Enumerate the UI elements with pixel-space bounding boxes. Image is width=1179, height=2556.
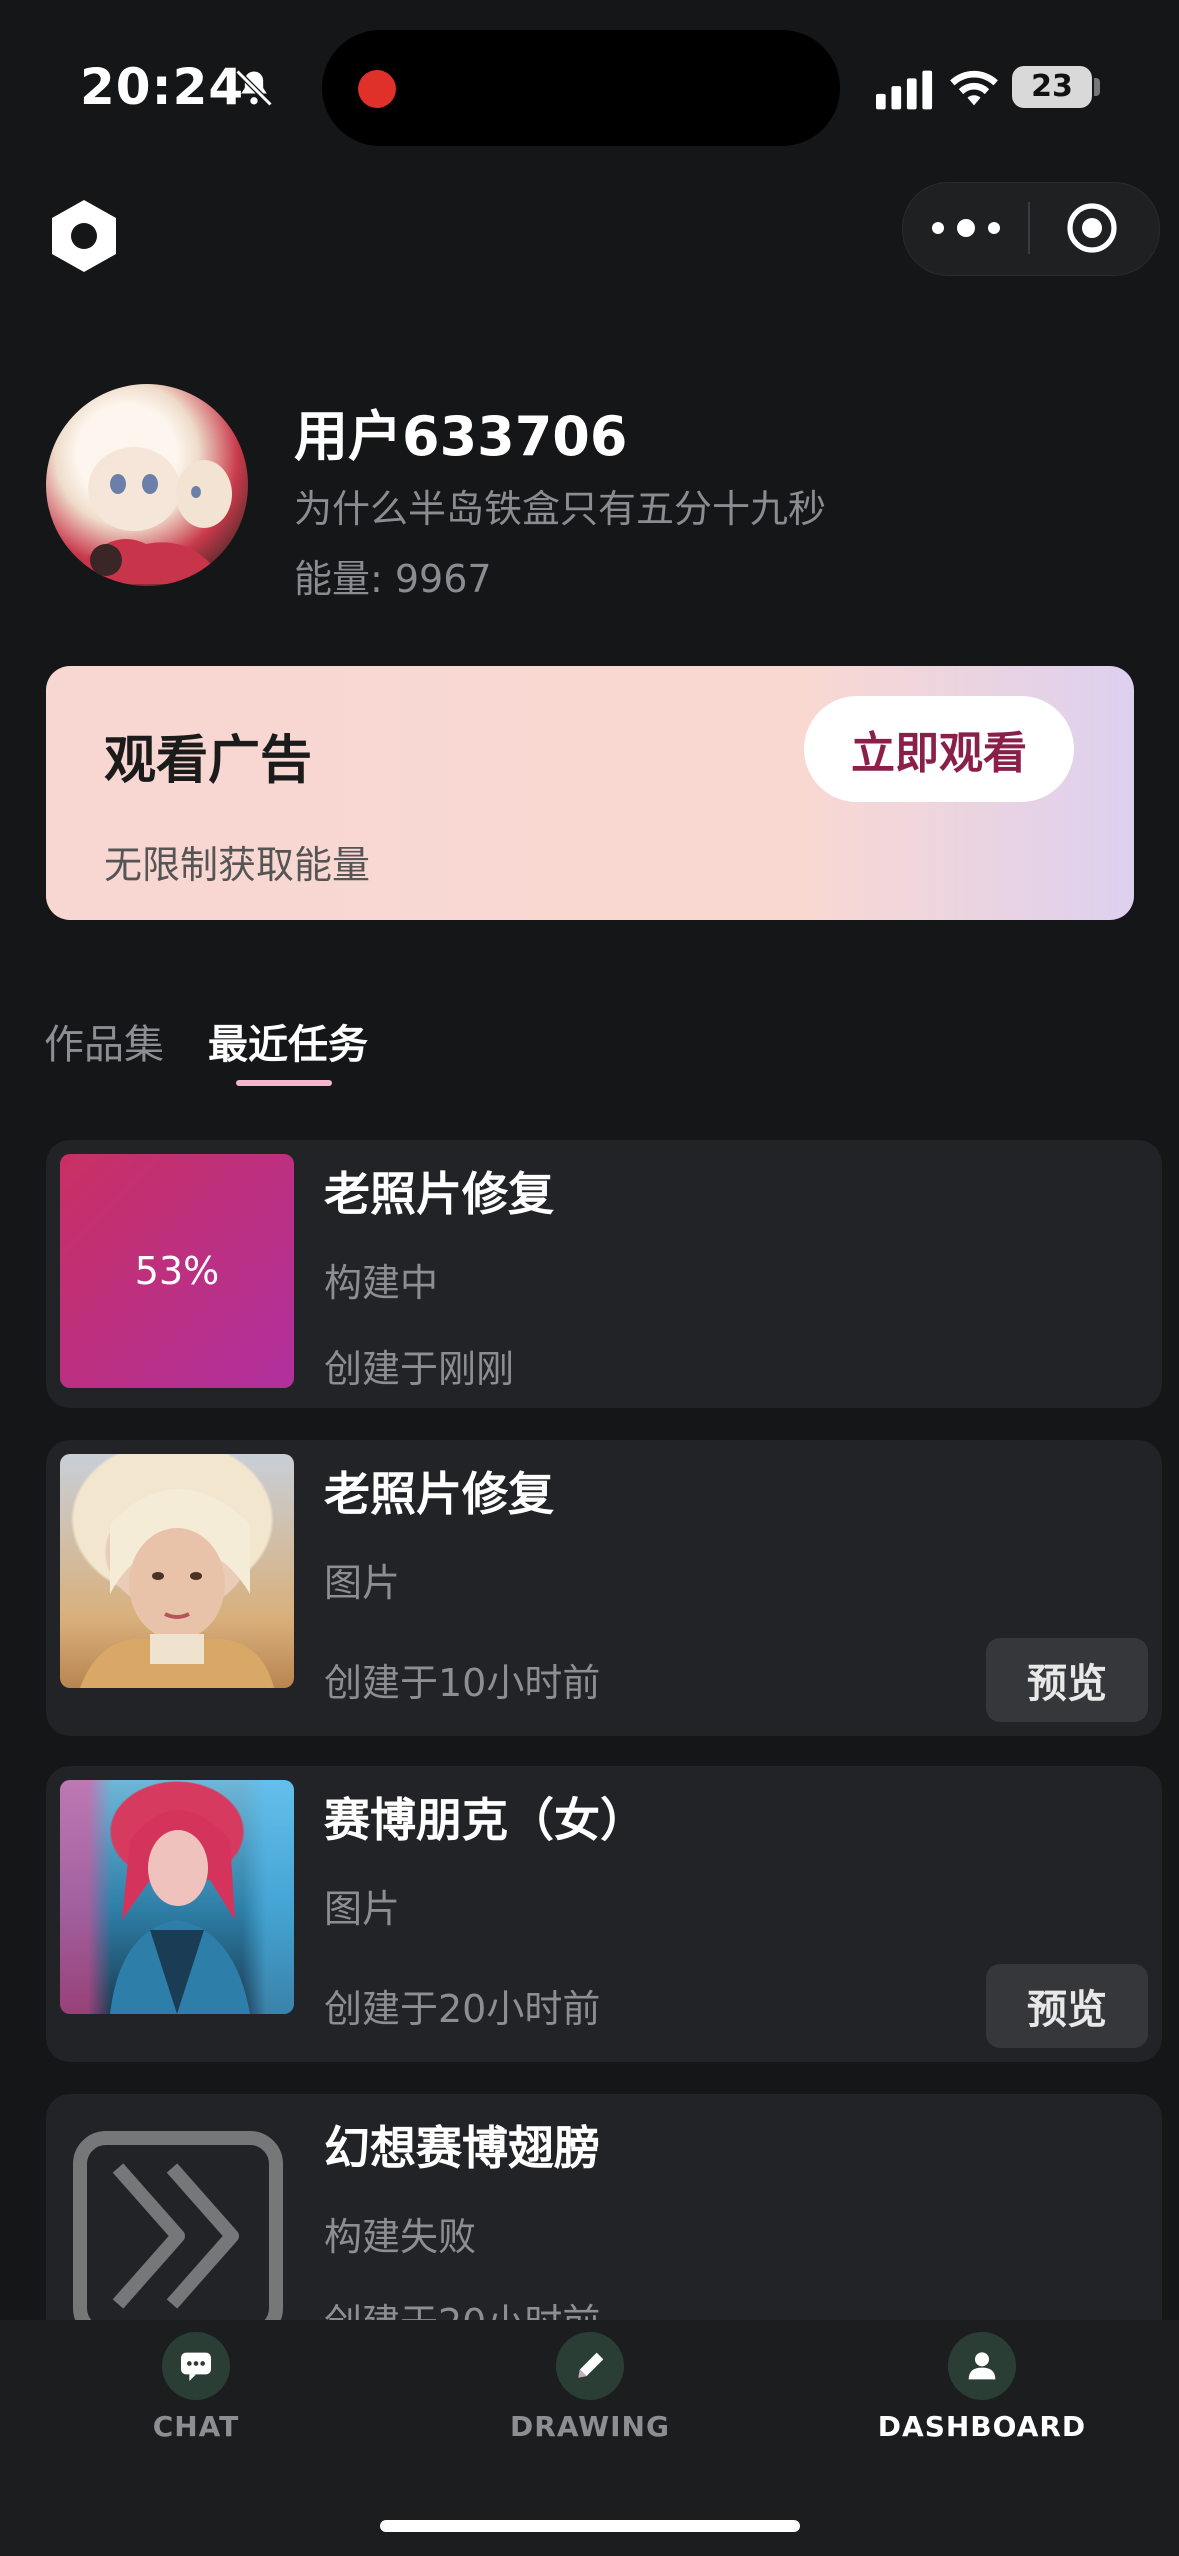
ad-card-title: 观看广告 bbox=[104, 731, 313, 791]
task-title: 幻想赛博翅膀 bbox=[324, 2121, 600, 2175]
task-status: 图片 bbox=[324, 1561, 401, 1605]
task-thumbnail-image[interactable] bbox=[60, 1780, 294, 2014]
task-status: 图片 bbox=[324, 1887, 401, 1931]
user-bio: 为什么半岛铁盒只有五分十九秒 bbox=[294, 487, 827, 531]
task-progress-thumbnail: 53% bbox=[60, 1154, 294, 1388]
more-dots-icon[interactable] bbox=[932, 208, 1000, 248]
pencil-icon[interactable] bbox=[556, 2332, 624, 2400]
chat-icon[interactable] bbox=[162, 2332, 230, 2400]
dynamic-island bbox=[322, 30, 840, 146]
nav-label-drawing[interactable]: DRAWING bbox=[460, 2410, 720, 2443]
wifi-icon bbox=[950, 70, 998, 106]
task-date: 创建于10小时前 bbox=[324, 1661, 601, 1705]
username: 用户633706 bbox=[294, 405, 628, 468]
battery-icon: 23 bbox=[1012, 66, 1092, 108]
task-thumbnail-image[interactable] bbox=[60, 1454, 294, 1688]
task-progress-text: 53% bbox=[134, 1249, 220, 1293]
battery-tip bbox=[1094, 78, 1100, 96]
avatar[interactable] bbox=[46, 384, 248, 586]
nav-label-chat[interactable]: CHAT bbox=[66, 2410, 326, 2443]
home-indicator bbox=[380, 2520, 800, 2532]
status-time: 20:24 bbox=[80, 58, 245, 116]
task-title: 老照片修复 bbox=[324, 1467, 554, 1521]
recording-indicator bbox=[358, 70, 396, 108]
preview-button[interactable]: 预览 bbox=[986, 1638, 1148, 1722]
task-title: 赛博朋克（女） bbox=[324, 1793, 646, 1847]
tab-recent-tasks[interactable]: 最近任务 bbox=[208, 1012, 368, 1070]
hexagon-settings-icon[interactable] bbox=[44, 196, 124, 276]
nav-label-dashboard[interactable]: DASHBOARD bbox=[852, 2410, 1112, 2443]
user-icon[interactable] bbox=[948, 2332, 1016, 2400]
energy-count: 能量: 9967 bbox=[294, 557, 492, 601]
preview-button[interactable]: 预览 bbox=[986, 1964, 1148, 2048]
task-date: 创建于刚刚 bbox=[324, 1347, 515, 1391]
task-date: 创建于20小时前 bbox=[324, 1987, 601, 2031]
task-status: 构建失败 bbox=[324, 2215, 477, 2259]
tab-works[interactable]: 作品集 bbox=[44, 1012, 164, 1070]
failed-build-icon bbox=[60, 2108, 294, 2342]
capsule-divider bbox=[1028, 202, 1030, 254]
signal-icon bbox=[876, 70, 933, 110]
active-tab-indicator bbox=[236, 1080, 332, 1086]
task-title: 老照片修复 bbox=[324, 1167, 554, 1221]
ad-card-subtitle: 无限制获取能量 bbox=[104, 843, 371, 887]
watch-now-button[interactable]: 立即观看 bbox=[804, 696, 1074, 802]
target-icon[interactable] bbox=[1066, 202, 1118, 254]
task-status: 构建中 bbox=[324, 1261, 439, 1305]
bell-slash-icon bbox=[235, 69, 273, 107]
